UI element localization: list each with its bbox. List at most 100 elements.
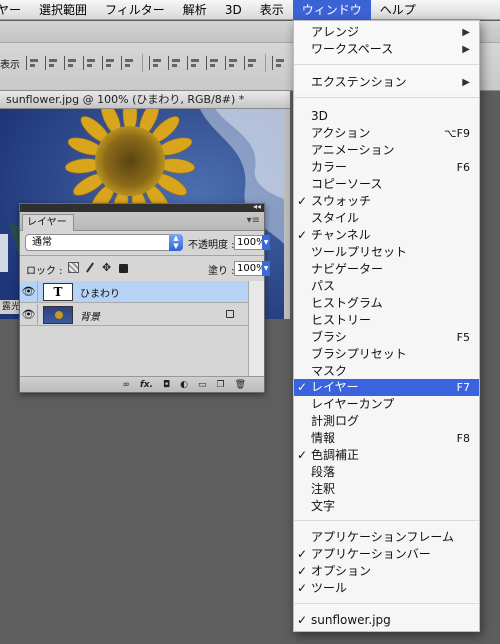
lock-position-icon[interactable]: ✥	[102, 262, 113, 273]
menu-item-application-bar[interactable]: ✓ アプリケーションバー	[294, 546, 479, 563]
menu-select[interactable]: 選択範囲	[30, 0, 96, 20]
lock-all-icon[interactable]	[119, 264, 128, 273]
shortcut-label: F5	[456, 331, 470, 344]
align-right-icon[interactable]	[121, 56, 135, 70]
menu-item-adjustments[interactable]: ✓ 色調補正	[294, 447, 479, 464]
layer-name[interactable]: 背景	[80, 308, 100, 323]
adjustment-icon[interactable]: ◐	[180, 377, 188, 393]
lock-transparency-icon[interactable]	[68, 262, 79, 273]
trash-icon[interactable]: 🗑	[235, 377, 246, 393]
distribute-vcenter-icon[interactable]	[168, 56, 182, 70]
menu-item-styles[interactable]: スタイル	[294, 210, 479, 227]
menu-item-paragraph[interactable]: 段落	[294, 464, 479, 481]
menu-divider	[294, 97, 479, 98]
opacity-dropdown-icon[interactable]: ▼	[262, 235, 270, 250]
menu-layer[interactable]: ヤー	[0, 0, 30, 20]
document-scrollbar[interactable]	[284, 109, 290, 319]
distribute-top-icon[interactable]	[149, 56, 163, 70]
menu-item-clone-source[interactable]: コピーソース	[294, 176, 479, 193]
menu-item-history[interactable]: ヒストリー	[294, 312, 479, 329]
menu-item-label: ブラシ	[311, 330, 347, 344]
menu-item-paths[interactable]: パス	[294, 278, 479, 295]
checkmark-icon: ✓	[297, 228, 308, 242]
menu-analysis[interactable]: 解析	[174, 0, 216, 20]
tab-layers[interactable]: レイヤー	[22, 214, 74, 231]
menu-item-tools[interactable]: ✓ ツール	[294, 580, 479, 597]
auto-align-icon[interactable]	[272, 56, 286, 70]
menu-item-notes[interactable]: 注釈	[294, 481, 479, 498]
align-top-icon[interactable]	[26, 56, 40, 70]
menu-item-masks[interactable]: マスク	[294, 363, 479, 380]
layers-scrollbar[interactable]	[248, 281, 264, 378]
menu-item-extensions[interactable]: エクステンション ▶	[294, 74, 479, 91]
layer-name[interactable]: ひまわり	[80, 285, 120, 300]
eye-icon[interactable]: 👁	[20, 281, 38, 303]
blend-mode-value: 通常	[32, 237, 52, 248]
menu-item-document-sunflower[interactable]: ✓ sunflower.jpg	[294, 612, 479, 629]
menu-item-color[interactable]: カラー F6	[294, 159, 479, 176]
menu-view[interactable]: 表示	[251, 0, 293, 20]
align-hcenter-icon[interactable]	[102, 56, 116, 70]
menu-item-character[interactable]: 文字	[294, 498, 479, 515]
menu-item-workspace[interactable]: ワークスペース ▶	[294, 41, 479, 58]
panel-footer: ∞ fx. ◘ ◐ ▭ ❐ 🗑	[20, 376, 264, 392]
new-layer-icon[interactable]: ❐	[216, 377, 224, 393]
mask-icon[interactable]: ◘	[163, 377, 170, 393]
align-left-icon[interactable]	[83, 56, 97, 70]
opacity-field[interactable]: 100% ▼	[234, 235, 270, 250]
distribute-bottom-icon[interactable]	[187, 56, 201, 70]
menu-filter[interactable]: フィルター	[96, 0, 174, 20]
menu-window[interactable]: ウィンドウ	[292, 0, 371, 20]
menu-item-navigator[interactable]: ナビゲーター	[294, 261, 479, 278]
image-layer-thumbnail	[43, 306, 73, 324]
menu-item-application-frame[interactable]: アプリケーションフレーム	[294, 529, 479, 546]
menu-item-measurement-log[interactable]: 計測ログ	[294, 413, 479, 430]
fx-icon[interactable]: fx.	[140, 377, 153, 393]
menu-3d[interactable]: 3D	[216, 0, 251, 20]
menu-item-label: レイヤーカンプ	[311, 397, 395, 411]
folder-icon[interactable]: ▭	[198, 377, 207, 393]
menu-item-label: アクション	[311, 126, 371, 140]
menu-item-layers[interactable]: ✓ レイヤー F7	[294, 379, 479, 396]
lock-pixels-icon[interactable]	[85, 262, 96, 273]
distribute-left-icon[interactable]	[206, 56, 220, 70]
layer-row-background[interactable]: 👁 背景	[20, 304, 248, 326]
collapse-icon[interactable]: ◂◂	[253, 202, 261, 211]
panel-menu-icon[interactable]: ▾≡	[247, 215, 260, 226]
menu-item-3d[interactable]: 3D	[294, 108, 479, 125]
distribute-hcenter-icon[interactable]	[225, 56, 239, 70]
menu-item-histogram[interactable]: ヒストグラム	[294, 295, 479, 312]
menu-item-brush[interactable]: ブラシ F5	[294, 329, 479, 346]
menu-item-swatches[interactable]: ✓ スウォッチ	[294, 193, 479, 210]
menu-item-channels[interactable]: ✓ チャンネル	[294, 227, 479, 244]
align-controls	[26, 53, 291, 73]
fill-dropdown-icon[interactable]: ▼	[262, 261, 270, 276]
shortcut-label: F8	[456, 432, 470, 445]
submenu-arrow-icon: ▶	[462, 27, 470, 38]
menu-item-info[interactable]: 情報 F8	[294, 430, 479, 447]
panel-titlebar[interactable]: ◂◂	[20, 202, 264, 212]
checkmark-icon: ✓	[297, 448, 308, 462]
distribute-right-icon[interactable]	[244, 56, 258, 70]
menu-item-options[interactable]: ✓ オプション	[294, 563, 479, 580]
menu-item-label: 注釈	[311, 482, 336, 496]
menu-item-label: スタイル	[311, 211, 360, 225]
menu-item-label: 情報	[311, 431, 336, 445]
align-bottom-icon[interactable]	[64, 56, 78, 70]
menu-bar: ヤー 選択範囲 フィルター 解析 3D 表示 ウィンドウ ヘルプ	[0, 0, 500, 20]
blend-mode-select[interactable]: 通常 ▲ ▼	[25, 234, 183, 251]
fill-field[interactable]: 100% ▼	[234, 261, 270, 276]
align-vcenter-icon[interactable]	[45, 56, 59, 70]
document-tab[interactable]: sunflower.jpg @ 100% (ひまわり, RGB/8#) *	[0, 91, 290, 109]
checkmark-icon: ✓	[297, 564, 308, 578]
eye-icon[interactable]: 👁	[20, 304, 38, 326]
layer-row-himawari[interactable]: 👁 T ひまわり	[20, 281, 248, 303]
menu-item-animation[interactable]: アニメーション	[294, 142, 479, 159]
menu-item-layer-comps[interactable]: レイヤーカンプ	[294, 396, 479, 413]
menu-item-brush-presets[interactable]: ブラシプリセット	[294, 346, 479, 363]
menu-help[interactable]: ヘルプ	[371, 0, 425, 20]
menu-item-arrange[interactable]: アレンジ ▶	[294, 24, 479, 41]
menu-item-actions[interactable]: アクション ⌥F9	[294, 125, 479, 142]
link-icon[interactable]: ∞	[122, 377, 130, 393]
menu-item-tool-presets[interactable]: ツールプリセット	[294, 244, 479, 261]
